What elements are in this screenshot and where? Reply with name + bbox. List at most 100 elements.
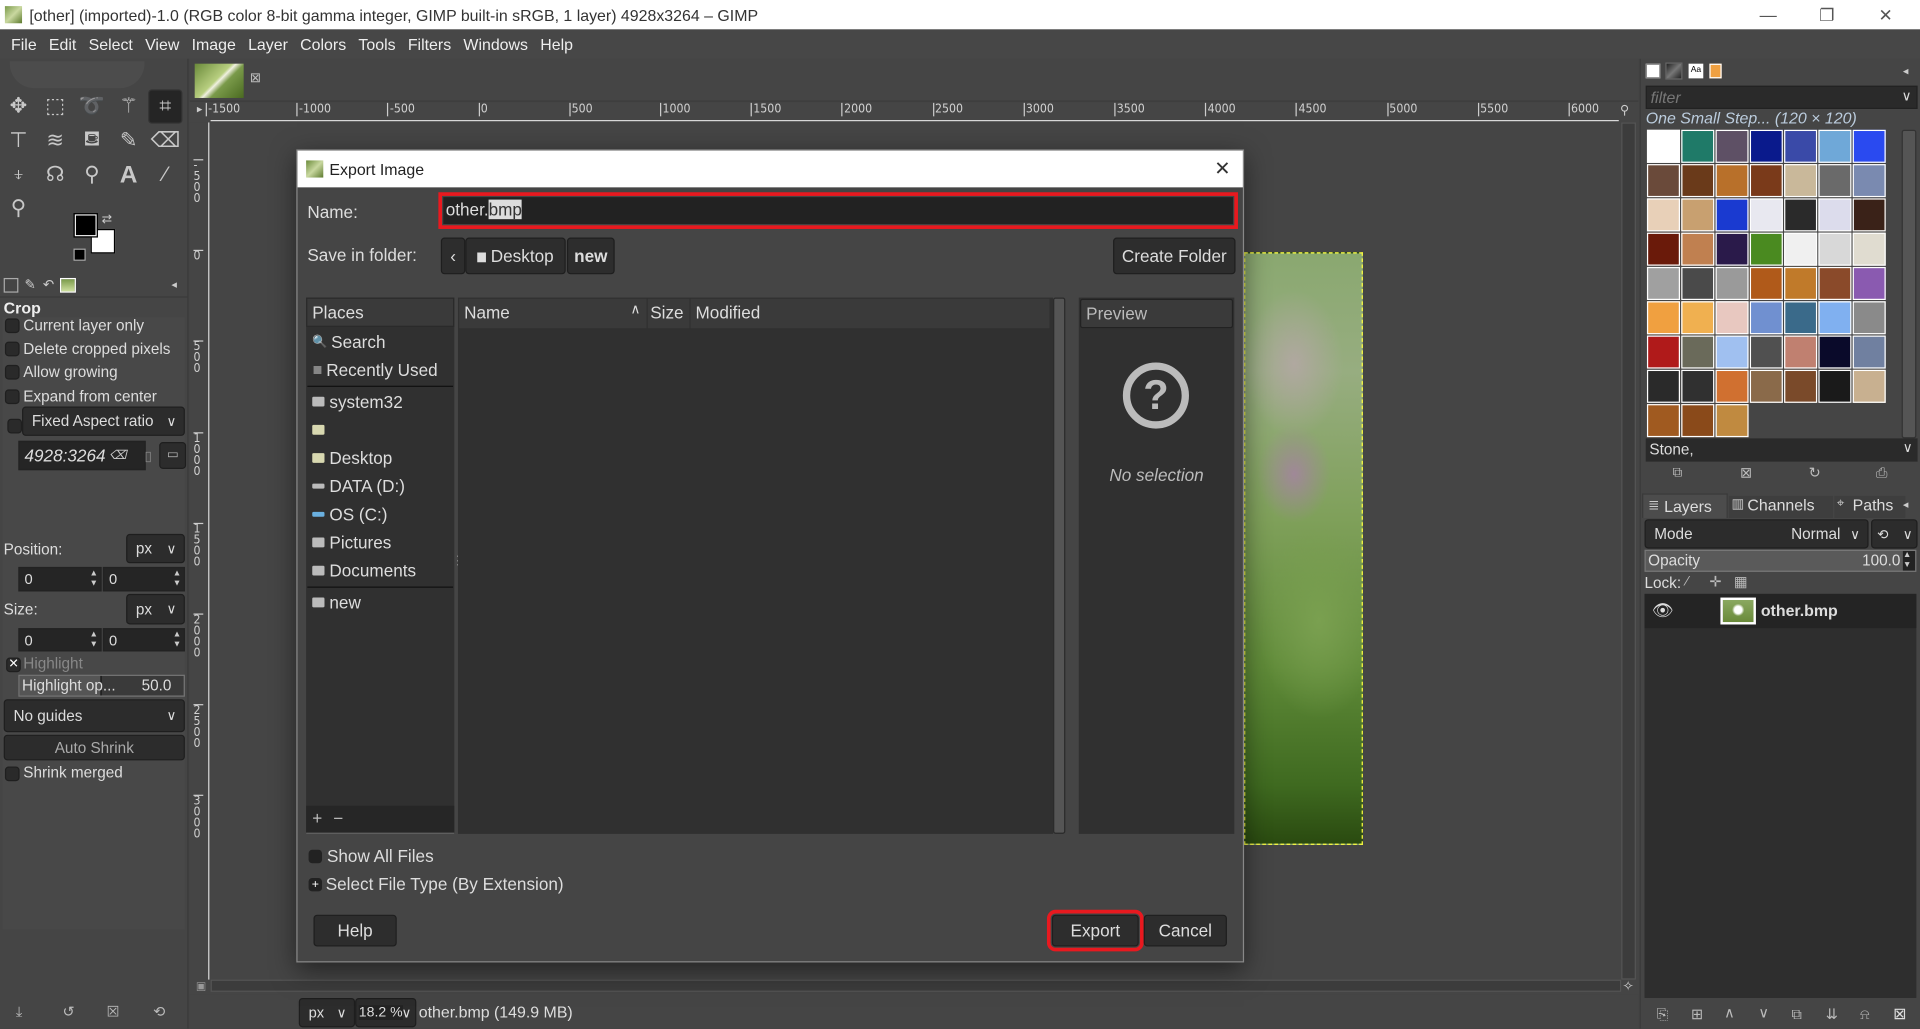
pattern-swatch[interactable]	[1749, 164, 1783, 198]
pattern-swatch[interactable]	[1681, 129, 1715, 163]
paintbrush-tool-icon[interactable]: ✎	[114, 126, 143, 155]
color-picker-tool-icon[interactable]: ⁄	[151, 160, 180, 189]
patterns-tab-icon[interactable]	[1665, 62, 1683, 80]
image-layer-preview[interactable]	[1244, 252, 1363, 845]
pattern-tag-field[interactable]: Stone, ∨	[1645, 438, 1918, 462]
close-dialog-icon[interactable]: ✕	[1214, 157, 1230, 181]
pattern-swatch[interactable]	[1784, 335, 1818, 369]
fonts-tab-icon[interactable]: Aa	[1688, 63, 1704, 79]
pattern-swatch[interactable]	[1681, 369, 1715, 403]
configure-tab-icon[interactable]: ◂	[171, 278, 177, 291]
pattern-swatch[interactable]	[1715, 164, 1749, 198]
tab-channels[interactable]: ▥ Channels	[1728, 495, 1834, 518]
place-unnamed-folder[interactable]	[309, 416, 330, 443]
merge-layer-icon[interactable]: ⇊	[1826, 1005, 1838, 1022]
pattern-swatch[interactable]	[1646, 266, 1681, 301]
pattern-swatch[interactable]	[1784, 129, 1818, 163]
undo-history-tab-icon[interactable]: ↶	[43, 277, 54, 293]
select-file-type-expander[interactable]: Select File Type (By Extension)	[326, 874, 564, 894]
chevron-down-icon[interactable]: ∨	[1902, 88, 1912, 104]
highlight-checkbox[interactable]: ✕	[6, 657, 21, 673]
pattern-swatch[interactable]	[1681, 266, 1715, 301]
place-search[interactable]: 🔍 Search	[309, 328, 385, 355]
menu-colors[interactable]: Colors	[294, 35, 352, 53]
place-os-c[interactable]: OS (C:)	[309, 501, 387, 528]
pattern-swatch[interactable]	[1852, 369, 1886, 403]
paths-tool-icon[interactable]: ⚲	[77, 160, 106, 189]
place-documents[interactable]: Documents	[309, 557, 416, 584]
position-unit-dropdown[interactable]: px ∨	[126, 533, 185, 564]
show-all-files-checkbox[interactable]	[308, 849, 323, 864]
pattern-swatch[interactable]	[1852, 198, 1886, 232]
guides-dropdown[interactable]: No guides ∨	[3, 699, 185, 733]
text-tool-icon[interactable]: A	[114, 160, 143, 189]
remove-bookmark-button[interactable]: −	[333, 808, 343, 828]
configure-tab-icon[interactable]: ◂	[1903, 498, 1909, 511]
place-data-d[interactable]: DATA (D:)	[309, 473, 405, 500]
pattern-swatch[interactable]	[1784, 232, 1818, 266]
place-system32[interactable]: system32	[309, 388, 403, 415]
lower-layer-icon[interactable]: ∨	[1758, 1004, 1769, 1021]
pattern-swatch[interactable]	[1784, 369, 1818, 403]
shrink-merged-checkbox[interactable]	[4, 766, 20, 782]
pattern-swatch[interactable]	[1681, 198, 1715, 232]
lock-position-icon[interactable]: ✛	[1709, 573, 1721, 590]
layer-mask-icon[interactable]: ⍾	[1860, 1005, 1870, 1023]
expand-from-center-checkbox[interactable]	[4, 389, 20, 405]
pattern-swatch[interactable]	[1715, 335, 1749, 369]
file-list-scrollbar[interactable]	[1053, 297, 1066, 834]
menu-select[interactable]: Select	[82, 35, 138, 53]
chevron-down-icon[interactable]: ∨	[1903, 440, 1913, 456]
pattern-swatch[interactable]	[1784, 164, 1818, 198]
pattern-swatch[interactable]	[1681, 335, 1715, 369]
pattern-swatch[interactable]	[1715, 369, 1749, 403]
pattern-swatch[interactable]	[1646, 129, 1681, 163]
pattern-swatch[interactable]	[1852, 164, 1886, 198]
position-y-field[interactable]: 0 ▲ ▼	[102, 566, 185, 592]
landscape-icon[interactable]: ▭	[159, 442, 187, 469]
pattern-swatch[interactable]	[1818, 232, 1852, 266]
pattern-swatch[interactable]	[1681, 404, 1715, 438]
pattern-swatch[interactable]	[1818, 266, 1852, 301]
foreground-color-swatch[interactable]	[73, 213, 98, 238]
delete-cropped-pixels-checkbox[interactable]	[4, 341, 20, 357]
tab-layers[interactable]: ≣ Layers	[1642, 493, 1728, 518]
layer-name[interactable]: other.bmp	[1761, 601, 1838, 619]
place-desktop[interactable]: Desktop	[309, 444, 392, 471]
position-x-field[interactable]: 0 ▲ ▼	[18, 566, 102, 592]
filename-input[interactable]: other.bmp	[438, 192, 1238, 229]
reset-tool-options-icon[interactable]: ⟲	[153, 1003, 165, 1020]
zoom-dropdown[interactable]: 18.2 % ∨	[355, 997, 417, 1028]
brushes-tab-icon[interactable]	[1645, 63, 1661, 79]
path-desktop-button[interactable]: ▆ Desktop	[465, 237, 566, 275]
menu-layer[interactable]: Layer	[242, 35, 294, 53]
pattern-swatch[interactable]	[1646, 164, 1681, 198]
pattern-swatch[interactable]	[1715, 129, 1749, 163]
pattern-swatch[interactable]	[1852, 335, 1886, 369]
pattern-swatch[interactable]	[1646, 232, 1681, 266]
layer-row[interactable]: 👁 other.bmp	[1644, 593, 1917, 629]
menu-edit[interactable]: Edit	[43, 35, 83, 53]
horizontal-scrollbar[interactable]	[210, 979, 1622, 992]
expand-file-type-icon[interactable]: +	[308, 877, 323, 892]
pattern-swatch[interactable]	[1749, 301, 1783, 335]
delete-pattern-icon[interactable]: ⊠	[1740, 464, 1752, 481]
default-colors-icon[interactable]	[73, 248, 86, 261]
pattern-swatch[interactable]	[1818, 129, 1852, 163]
current-layer-only-checkbox[interactable]	[4, 318, 20, 334]
zoom-tool-icon[interactable]: ⚲	[4, 193, 33, 222]
images-tab-icon[interactable]	[60, 277, 76, 293]
fuzzy-select-tool-icon[interactable]: ⚚	[114, 92, 143, 121]
menu-filters[interactable]: Filters	[402, 35, 458, 53]
raise-layer-icon[interactable]: ∧	[1724, 1004, 1735, 1021]
new-layer-group-icon[interactable]: ⊞	[1691, 1005, 1703, 1022]
image-tab-thumbnail[interactable]	[194, 63, 244, 98]
pattern-swatch[interactable]	[1646, 404, 1681, 438]
place-new[interactable]: new	[309, 589, 361, 616]
path-back-button[interactable]: ‹	[440, 237, 466, 275]
path-new-button[interactable]: new	[566, 237, 615, 275]
pattern-swatch[interactable]	[1749, 198, 1783, 232]
column-header-size[interactable]: Size	[647, 298, 690, 329]
horizontal-ruler[interactable]: -1500 -1000 -500 0 500 1000 1500 2000 2500 3000 35…	[205, 102, 1619, 122]
eraser-tool-icon[interactable]: ⌫	[151, 126, 180, 155]
